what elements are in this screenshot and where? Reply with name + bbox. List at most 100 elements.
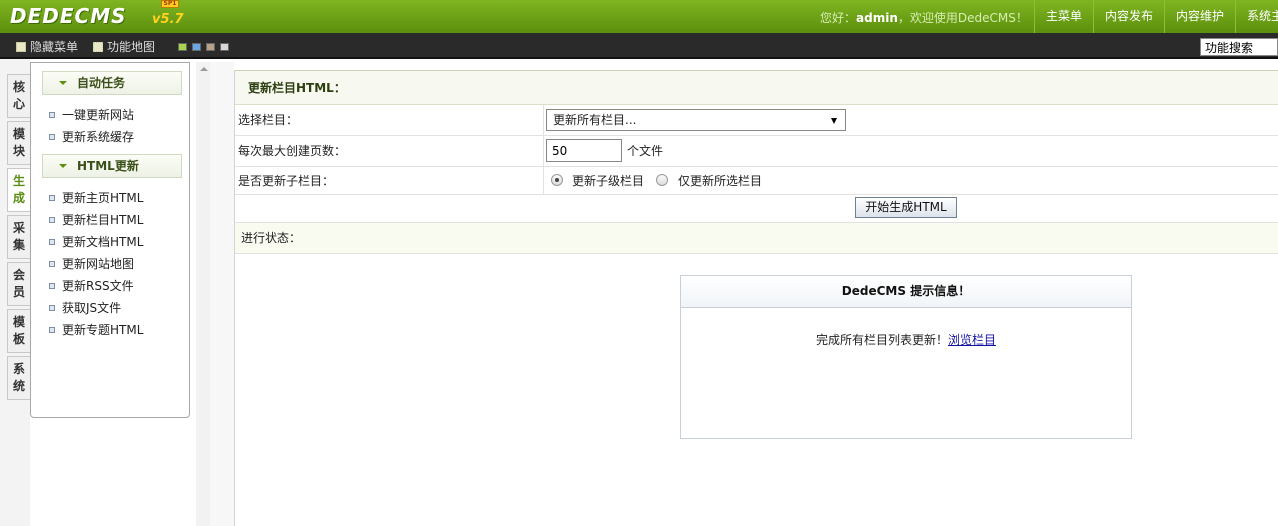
menu-group-auto-tasks[interactable]: 自动任务 — [42, 71, 182, 95]
tab-member[interactable]: 会员 — [7, 262, 31, 306]
tab-member-char2: 员 — [12, 285, 25, 299]
column-separator — [543, 136, 544, 166]
max-pages-input[interactable] — [546, 139, 622, 162]
page-title: 更新栏目HTML： — [235, 70, 1278, 105]
top-header: DEDECMS v5.7 SP1 您好：admin，欢迎使用DedeCMS！ 主… — [0, 0, 1278, 33]
nav-system[interactable]: 系统主 — [1235, 0, 1278, 33]
tab-system-char1: 系 — [12, 362, 25, 376]
bullet-icon — [49, 327, 55, 333]
menu-toggle-icon — [16, 42, 26, 52]
bullet-icon — [49, 305, 55, 311]
menu-item-label: 获取JS文件 — [62, 301, 122, 315]
menu-item-label: 一键更新网站 — [62, 108, 135, 122]
menu-item-label: 更新专题HTML — [62, 323, 144, 337]
bullet-icon — [49, 195, 55, 201]
tab-template-char2: 板 — [12, 332, 25, 346]
version-label: v5.7 — [152, 12, 184, 27]
hide-menu-button[interactable]: 隐藏菜单 — [16, 38, 78, 55]
tab-generate-char2: 成 — [12, 191, 25, 205]
tab-module[interactable]: 模块 — [7, 121, 31, 165]
menu-item-label: 更新RSS文件 — [62, 279, 134, 293]
message-box-title: DedeCMS 提示信息！ — [681, 276, 1131, 308]
collapse-arrow-icon — [59, 81, 67, 85]
theme-swatch-blue[interactable] — [192, 43, 201, 51]
menu-item-get-js[interactable]: 获取JS文件 — [49, 299, 121, 316]
menu-scrollbar[interactable] — [196, 62, 210, 526]
theme-swatch-brown[interactable] — [206, 43, 215, 51]
column-separator — [543, 167, 544, 194]
menu-item-update-sitemap[interactable]: 更新网站地图 — [49, 255, 134, 272]
menu-group-title: 自动任务 — [77, 76, 126, 90]
row-update-subcategories: 是否更新子栏目： 更新子级栏目 仅更新所选栏目 — [235, 167, 1278, 195]
menu-item-label: 更新网站地图 — [62, 257, 135, 271]
nav-content-publish[interactable]: 内容发布 — [1093, 0, 1164, 33]
menu-item-update-category[interactable]: 更新栏目HTML — [49, 211, 143, 228]
tab-collect-char1: 采 — [12, 221, 25, 235]
grid-icon — [93, 42, 103, 52]
left-tab-strip: 核心 模块 生成 采集 会员 模板 系统 — [0, 59, 31, 526]
menu-group-title: HTML更新 — [77, 159, 139, 173]
radio-update-children-label: 更新子级栏目 — [572, 174, 645, 188]
menu-item-update-topic[interactable]: 更新专题HTML — [49, 321, 143, 338]
menu-item-update-rss[interactable]: 更新RSS文件 — [49, 277, 134, 294]
progress-status-label: 进行状态： — [241, 231, 302, 245]
function-search-input[interactable] — [1200, 38, 1278, 56]
select-category-label: 选择栏目： — [238, 113, 299, 127]
tab-collect-char2: 集 — [12, 238, 25, 252]
site-map-button[interactable]: 功能地图 — [93, 38, 155, 55]
tab-core[interactable]: 核心 — [7, 74, 31, 118]
radio-update-selected-only-label: 仅更新所选栏目 — [678, 174, 763, 188]
welcome-prefix: 您好： — [820, 11, 857, 25]
message-box-body: 完成所有栏目列表更新！浏览栏目 — [681, 331, 1131, 348]
menu-item-update-docs[interactable]: 更新文档HTML — [49, 233, 143, 250]
max-pages-label: 每次最大创建页数： — [238, 144, 347, 158]
radio-update-selected-only[interactable] — [656, 174, 668, 186]
menu-item-label: 更新主页HTML — [62, 191, 144, 205]
tab-template[interactable]: 模板 — [7, 309, 31, 353]
update-sub-label: 是否更新子栏目： — [238, 174, 335, 188]
tab-core-char1: 核 — [12, 80, 25, 94]
tab-system[interactable]: 系统 — [7, 356, 31, 400]
collapse-arrow-icon — [59, 164, 67, 168]
tab-member-char1: 会 — [12, 268, 25, 282]
max-pages-unit: 个文件 — [627, 144, 664, 158]
bullet-icon — [49, 239, 55, 245]
toolbar: 隐藏菜单 功能地图 — [0, 33, 1278, 59]
menu-group-html-update[interactable]: HTML更新 — [42, 154, 182, 178]
browse-category-link[interactable]: 浏览栏目 — [948, 333, 996, 347]
main-content: 更新栏目HTML： 选择栏目： 更新所有栏目... 每次最大创建页数： 个文件 … — [234, 70, 1278, 526]
menu-item-update-cache[interactable]: 更新系统缓存 — [49, 128, 134, 145]
bullet-icon — [49, 261, 55, 267]
tab-collect[interactable]: 采集 — [7, 215, 31, 259]
theme-swatch-green[interactable] — [178, 43, 187, 51]
row-select-category: 选择栏目： 更新所有栏目... — [235, 105, 1278, 136]
scroll-up-arrow-icon[interactable] — [200, 67, 208, 71]
side-menu: 自动任务 一键更新网站 更新系统缓存 HTML更新 更新主页HTML 更新栏目H… — [30, 62, 190, 418]
chevron-down-icon — [831, 118, 837, 124]
username: admin — [856, 11, 898, 25]
site-map-label: 功能地图 — [107, 40, 156, 54]
category-select-value: 更新所有栏目... — [553, 113, 637, 127]
nav-content-maintain[interactable]: 内容维护 — [1164, 0, 1235, 33]
bullet-icon — [49, 283, 55, 289]
menu-item-update-site[interactable]: 一键更新网站 — [49, 106, 134, 123]
bullet-icon — [49, 217, 55, 223]
tab-generate[interactable]: 生成 — [7, 168, 31, 212]
theme-swatch-gray[interactable] — [220, 43, 229, 51]
start-generate-html-button[interactable]: 开始生成HTML — [855, 197, 957, 218]
welcome-suffix: ，欢迎使用DedeCMS！ — [897, 11, 1028, 25]
category-select[interactable]: 更新所有栏目... — [546, 109, 846, 131]
tab-module-char2: 块 — [12, 144, 25, 158]
radio-update-children[interactable] — [551, 174, 563, 186]
row-max-pages: 每次最大创建页数： 个文件 — [235, 136, 1278, 167]
top-nav: 主菜单 内容发布 内容维护 系统主 — [1034, 0, 1278, 33]
nav-main-menu[interactable]: 主菜单 — [1034, 0, 1093, 33]
tab-core-char2: 心 — [12, 97, 25, 111]
menu-item-label: 更新系统缓存 — [62, 130, 135, 144]
menu-item-update-home[interactable]: 更新主页HTML — [49, 189, 143, 206]
tab-template-char1: 模 — [12, 315, 25, 329]
dedecms-logo: DEDECMS — [10, 4, 127, 28]
message-box: DedeCMS 提示信息！ 完成所有栏目列表更新！浏览栏目 — [680, 275, 1132, 439]
message-text: 完成所有栏目列表更新！ — [815, 333, 948, 347]
bullet-icon — [49, 112, 55, 118]
